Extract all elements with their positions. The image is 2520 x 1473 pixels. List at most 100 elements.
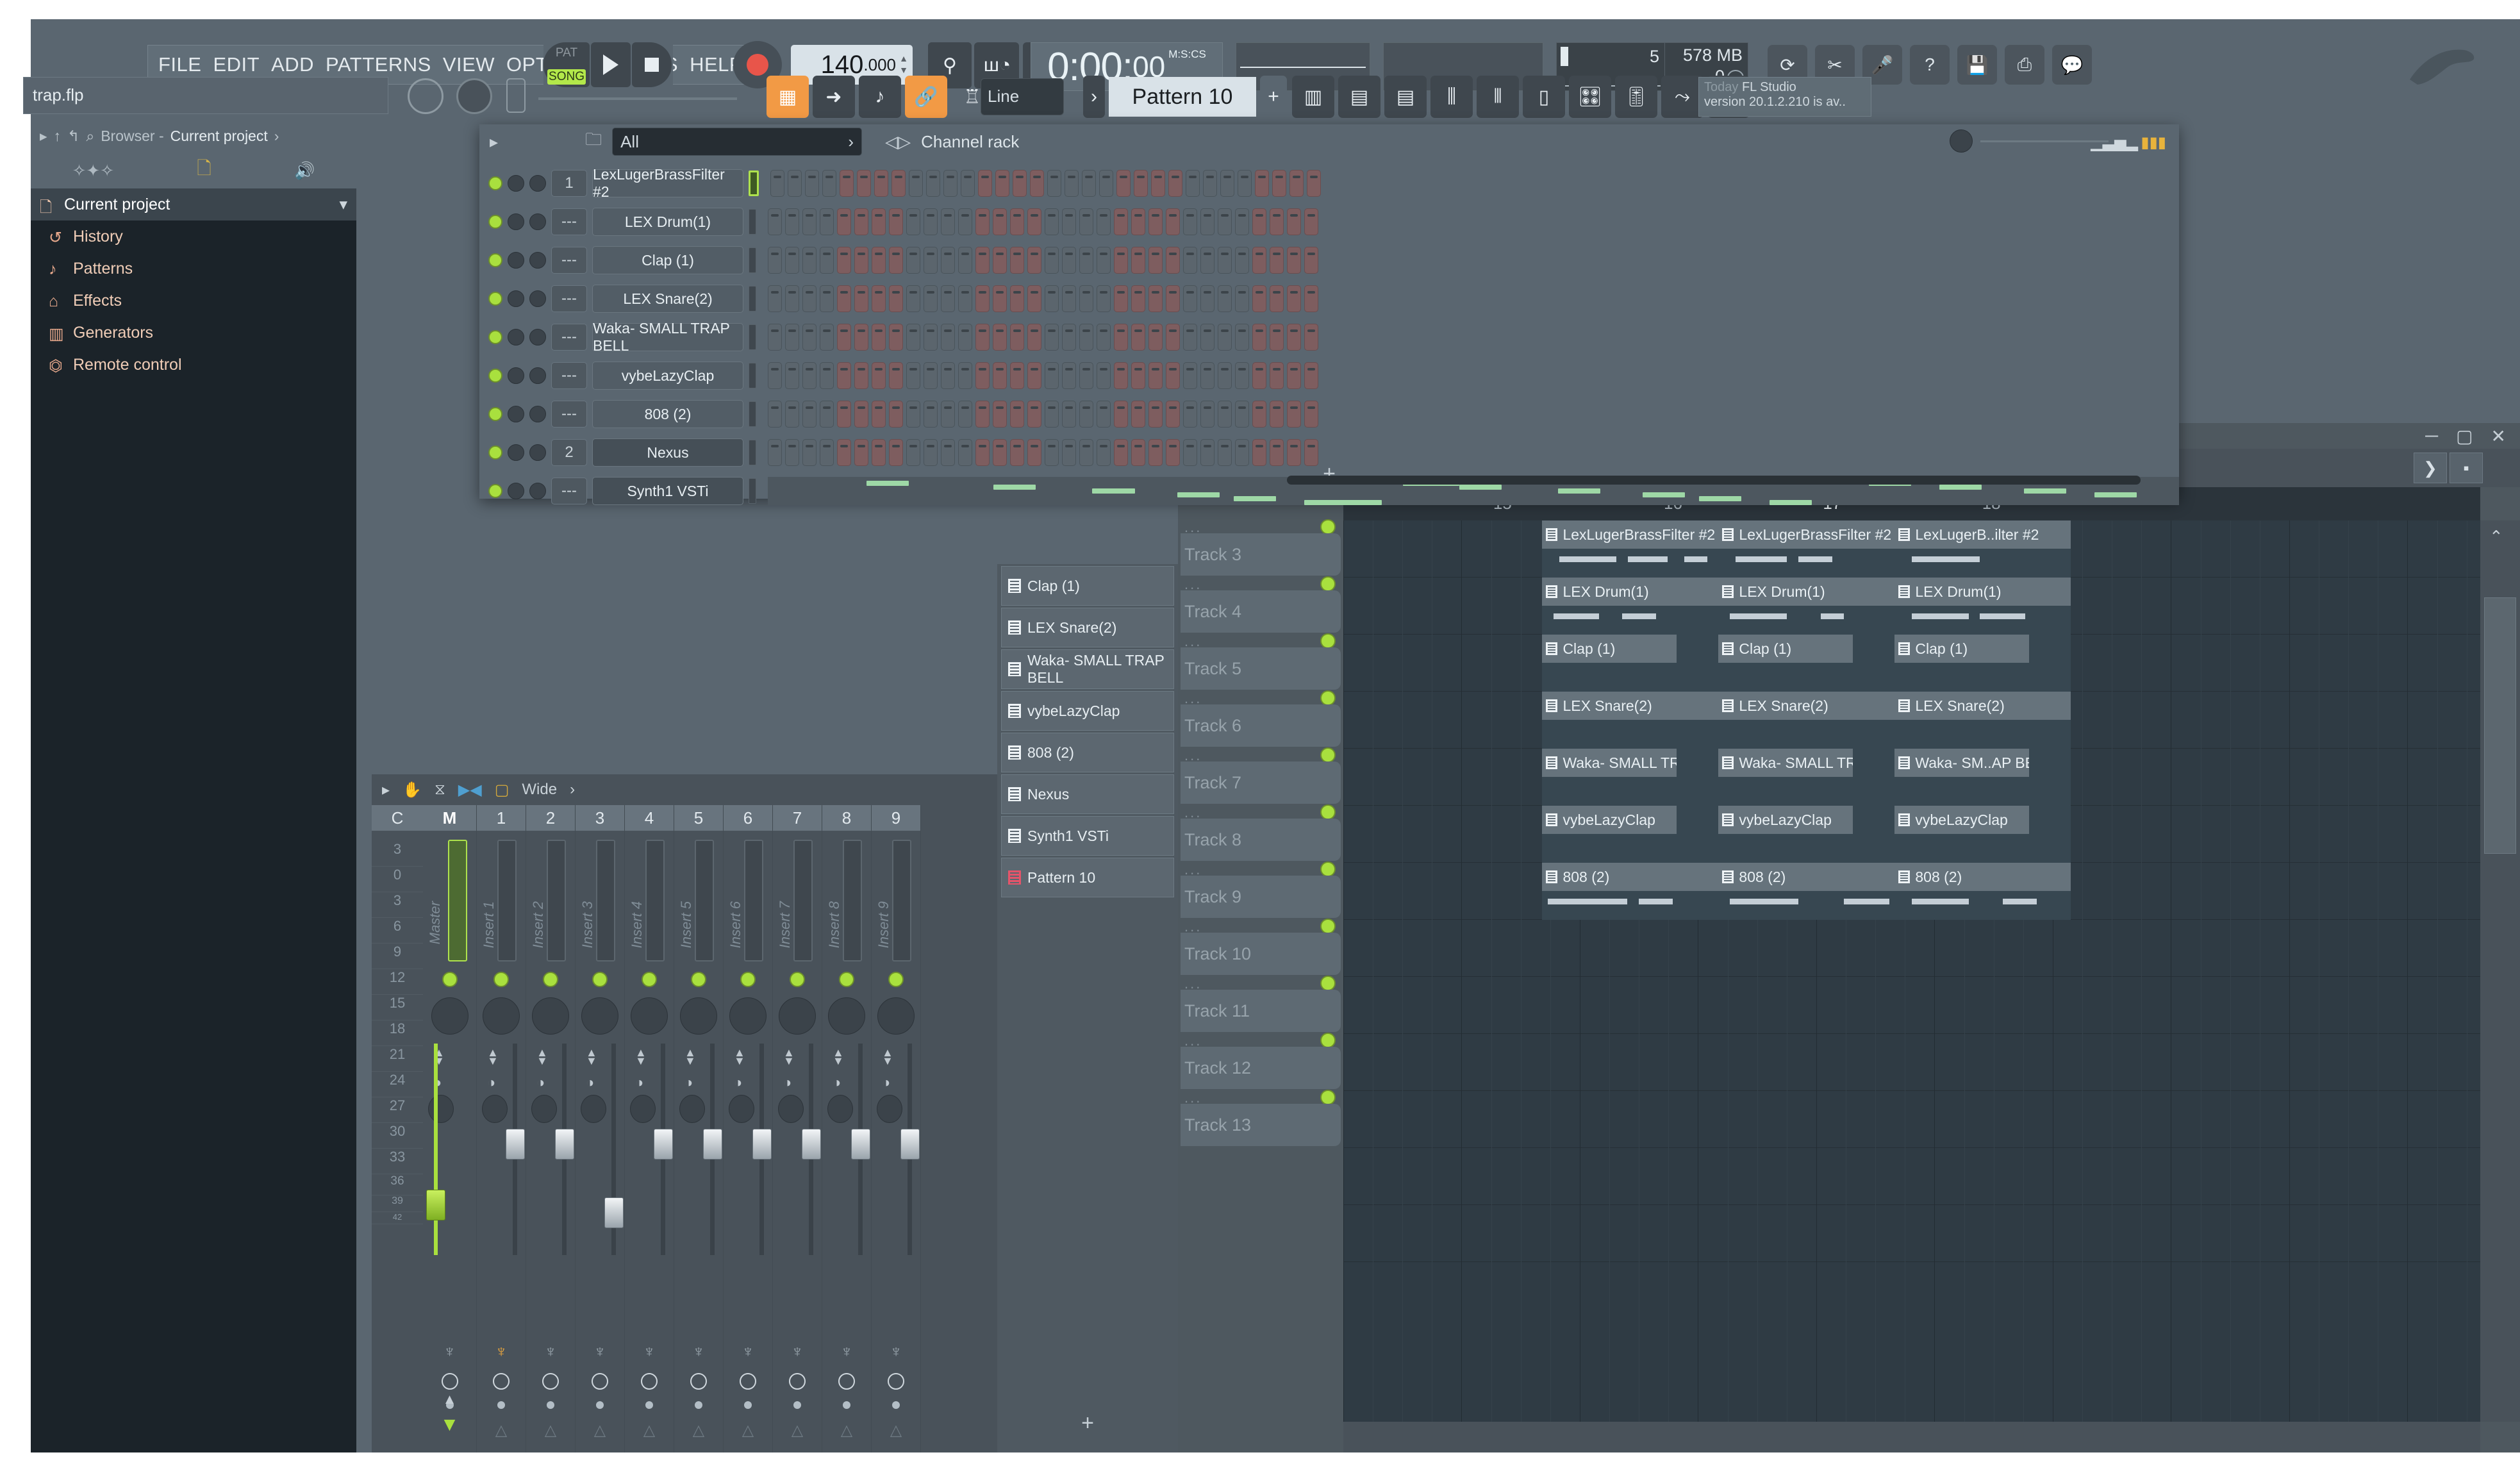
step-button[interactable] [1079, 285, 1093, 312]
playlist-grid-row[interactable] [1343, 1034, 2480, 1091]
step-button[interactable] [1168, 170, 1182, 197]
playlist-track-header[interactable]: ... Track 11 [1178, 976, 1343, 1034]
channel-pan-knob[interactable] [508, 175, 524, 192]
playlist-clip[interactable]: LEX Drum(1) [1718, 578, 1895, 606]
track-enable-led[interactable] [1320, 519, 1336, 535]
update-notification[interactable]: Today FL Studio version 20.1.2.210 is av… [1698, 77, 1871, 117]
step-button[interactable] [1097, 401, 1111, 428]
mixer-insert-pan-knob[interactable] [828, 997, 865, 1035]
channel-filter-select[interactable]: All › [612, 128, 863, 156]
step-button[interactable] [924, 401, 938, 428]
mixer-insert-pan-knob[interactable] [532, 997, 569, 1035]
mixer-insert-pan-knob[interactable] [779, 997, 816, 1035]
playlist-clip[interactable]: Clap (1) [1542, 635, 1677, 663]
mixer-insert-route-arrow-icon[interactable]: △ [643, 1421, 655, 1440]
channel-name-button[interactable]: 808 (2) [592, 400, 743, 428]
mixer-insert-pan-icon[interactable]: ◑ [536, 1074, 545, 1091]
step-button[interactable] [1200, 324, 1214, 351]
channel-volume-knob[interactable] [529, 252, 546, 269]
channel-rack-swing-slider[interactable] [1980, 140, 2109, 142]
step-button[interactable] [1218, 208, 1232, 235]
mixer-insert-dot-icon[interactable] [645, 1401, 653, 1409]
playlist-horizontal-scrollbar[interactable] [1343, 1422, 2480, 1452]
step-button[interactable] [993, 208, 1007, 235]
mixer-strip-insert-3[interactable]: 3 Insert 3 ▲ ▼ ◑ ♆ △ [576, 805, 625, 1452]
close-icon[interactable]: ✕ [2491, 426, 2506, 447]
mixer-insert-bulb-icon[interactable]: ♆ [643, 1342, 656, 1361]
step-button[interactable] [1183, 362, 1197, 389]
picker-item[interactable]: vybeLazyClap [1001, 691, 1174, 731]
picker-add-button[interactable]: + [1081, 1411, 1094, 1436]
step-button[interactable] [837, 401, 851, 428]
step-button[interactable] [854, 401, 868, 428]
step-button[interactable] [1235, 401, 1249, 428]
step-button[interactable] [889, 208, 903, 235]
playlist-track-header[interactable]: ... Track 6 [1178, 690, 1343, 749]
step-button[interactable] [768, 208, 782, 235]
mixer-insert-fader[interactable] [851, 1128, 870, 1160]
playlist-track-header[interactable]: ... Track 9 [1178, 861, 1343, 920]
step-sequencer-row[interactable] [768, 401, 1318, 428]
step-button[interactable] [785, 247, 799, 274]
mixer-insert-clock-icon[interactable] [592, 1373, 608, 1390]
step-button[interactable] [857, 170, 871, 197]
step-button[interactable] [1131, 208, 1145, 235]
step-button[interactable] [1148, 208, 1163, 235]
step-button[interactable] [854, 285, 868, 312]
step-button[interactable] [820, 401, 834, 428]
step-button[interactable] [768, 247, 782, 274]
mixer-insert-bulb-icon[interactable]: ♆ [890, 1342, 902, 1361]
step-button[interactable] [1200, 362, 1214, 389]
mixer-master-down-arrow-icon[interactable]: ▼ [440, 1414, 460, 1436]
step-button[interactable] [941, 285, 955, 312]
mixer-insert-dot-icon[interactable] [695, 1401, 702, 1409]
step-button[interactable] [1045, 401, 1059, 428]
mixer-insert-stereo-sep-icon[interactable]: ▲ ▼ [684, 1047, 696, 1067]
step-button[interactable] [941, 362, 955, 389]
step-button[interactable] [1218, 362, 1232, 389]
step-button[interactable] [802, 324, 817, 351]
mixer-strip-insert-6[interactable]: 6 Insert 6 ▲ ▼ ◑ ♆ △ [724, 805, 773, 1452]
step-button[interactable] [1131, 324, 1145, 351]
channel-volume-knob[interactable] [529, 367, 546, 384]
step-button[interactable] [1304, 247, 1318, 274]
channel-mixer-index[interactable]: 1 [551, 170, 587, 197]
step-button[interactable] [1287, 247, 1301, 274]
channel-name-button[interactable]: LexLugerBrassFilter #2 [592, 166, 743, 200]
track-enable-led[interactable] [1320, 747, 1336, 763]
mixer-insert-stereo-sep-icon[interactable]: ▲ ▼ [882, 1047, 893, 1067]
mixer-strip-insert-7[interactable]: 7 Insert 7 ▲ ▼ ◑ ♆ △ [773, 805, 822, 1452]
step-button[interactable] [872, 324, 886, 351]
step-button[interactable] [1186, 170, 1200, 197]
step-button[interactable] [1252, 247, 1266, 274]
mixer-insert-fader[interactable] [900, 1128, 920, 1160]
step-button[interactable] [840, 170, 854, 197]
step-button[interactable] [1047, 170, 1061, 197]
step-button[interactable] [1235, 285, 1249, 312]
pattern-selector[interactable]: Pattern 10 [1109, 77, 1256, 117]
step-button[interactable] [1183, 285, 1197, 312]
step-button[interactable] [1097, 285, 1111, 312]
step-button[interactable] [1114, 401, 1128, 428]
step-button[interactable] [1148, 362, 1163, 389]
mixer-insert-route-arrow-icon[interactable]: △ [495, 1421, 507, 1440]
channel-name-button[interactable]: Waka- SMALL TRAP BELL [592, 320, 743, 354]
step-sequencer-toggle[interactable]: ▦ [767, 76, 809, 118]
chevron-down-icon[interactable]: ▾ [339, 195, 347, 214]
playlist-clip[interactable]: LexLugerBrassFilter #2 [1718, 520, 1895, 549]
step-button[interactable] [1116, 170, 1131, 197]
step-button[interactable] [1200, 208, 1214, 235]
step-button[interactable] [1131, 401, 1145, 428]
piano-roll-toggle-button[interactable]: ▤ [1338, 76, 1380, 118]
step-button[interactable] [1099, 170, 1113, 197]
step-button[interactable] [1166, 285, 1180, 312]
playlist-track-header[interactable]: ... Track 7 [1178, 747, 1343, 806]
step-button[interactable] [906, 208, 920, 235]
mixer-master-clock-icon[interactable] [441, 1373, 458, 1390]
channel-rack-row[interactable]: --- LEX Drum(1) [488, 203, 2179, 241]
sidebar-item-generators[interactable]: ▥ Generators [31, 317, 356, 349]
speaker-icon[interactable]: 🔊 [294, 161, 315, 181]
step-button[interactable] [837, 362, 851, 389]
playlist-clip[interactable]: Waka- SMALL TRAP BELL [1542, 749, 1677, 777]
search-icon[interactable]: ⌕ [86, 128, 94, 145]
